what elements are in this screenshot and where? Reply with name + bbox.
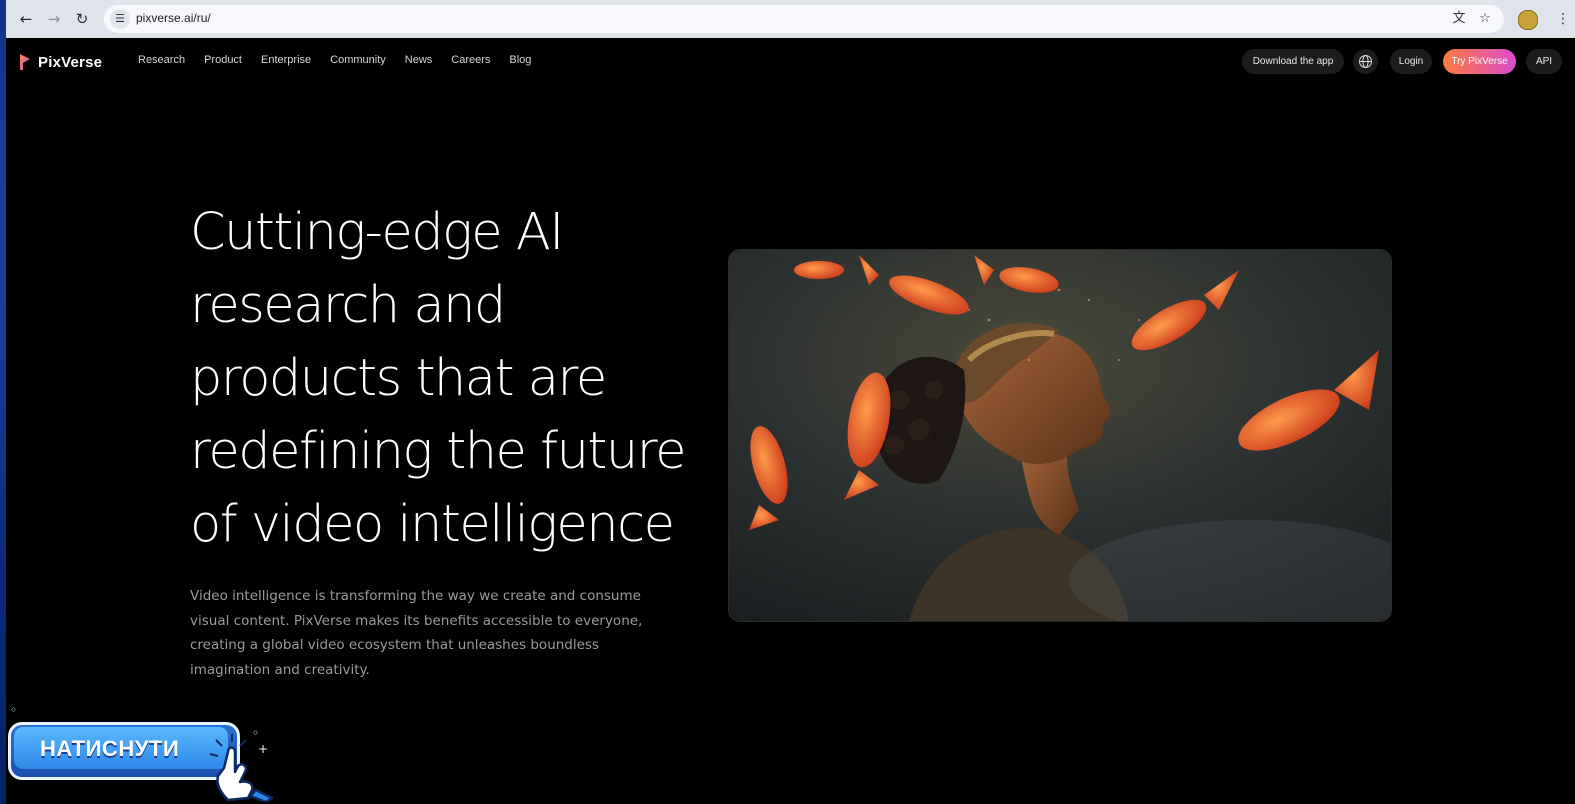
hero-subtitle-line: creating a global video ecosystem that u…	[190, 637, 599, 653]
nav-enterprise[interactable]: Enterprise	[261, 54, 311, 66]
nav-news[interactable]: News	[405, 54, 433, 66]
hero-title-line: Cutting-edge AI	[190, 203, 564, 262]
url-text[interactable]: pixverse.ai/ru/	[136, 11, 211, 25]
hero-title-line: research and	[190, 276, 506, 335]
hero-title-line: redefining the future	[190, 422, 686, 481]
profile-avatar[interactable]	[1518, 10, 1538, 30]
nav-blog[interactable]: Blog	[509, 54, 531, 66]
kebab-menu-icon[interactable]: ⋮	[1556, 9, 1570, 29]
language-button[interactable]	[1353, 49, 1378, 74]
forward-arrow-icon[interactable]: →	[44, 9, 64, 29]
overlay-button-label: НАТИСНУТИ	[40, 736, 180, 761]
star-icon[interactable]: ☆	[1476, 10, 1494, 28]
hero-title-line: of video intelligence	[190, 495, 675, 554]
pixverse-logo-icon	[20, 54, 30, 70]
main-nav: Research Product Enterprise Community Ne…	[138, 54, 550, 66]
back-arrow-icon[interactable]: ←	[16, 9, 36, 29]
hero-subtitle-line: Video intelligence is transforming the w…	[190, 588, 641, 604]
nav-product[interactable]: Product	[204, 54, 242, 66]
woman-with-goldfish-image	[729, 250, 1391, 621]
site-header: PixVerse Research Product Enterprise Com…	[6, 38, 1575, 86]
hero-image	[728, 249, 1392, 622]
hero-subtitle-line: imagination and creativity.	[190, 661, 370, 678]
api-button[interactable]: API	[1526, 49, 1562, 74]
site-info-icon[interactable]: ☰	[110, 9, 130, 29]
hero-subtitle-line: visual content. PixVerse makes its benef…	[190, 612, 643, 629]
sparkle-icon: ◦	[10, 703, 18, 717]
try-pixverse-button[interactable]: Try PixVerse	[1443, 49, 1516, 74]
translate-icon[interactable]: 文	[1450, 10, 1468, 28]
login-button[interactable]: Login	[1390, 49, 1432, 74]
address-bar[interactable]: ☰ pixverse.ai/ru/ 文 ☆	[104, 5, 1504, 33]
browser-toolbar: ← → ↻ ☰ pixverse.ai/ru/ 文 ☆ ⋮	[6, 0, 1575, 38]
nav-careers[interactable]: Careers	[451, 54, 490, 66]
globe-icon	[1359, 55, 1372, 68]
site-logo[interactable]: PixVerse	[20, 52, 102, 72]
pointing-hand-icon	[209, 734, 274, 802]
nav-research[interactable]: Research	[138, 54, 185, 66]
logo-text: PixVerse	[38, 53, 103, 71]
page-viewport: PixVerse Research Product Enterprise Com…	[6, 38, 1575, 804]
hero-title-line: products that are	[190, 349, 607, 408]
download-app-button[interactable]: Download the app	[1242, 49, 1344, 74]
hero-title: Cutting-edge AI research and products th…	[190, 196, 710, 561]
nav-community[interactable]: Community	[330, 54, 386, 66]
hero-subtitle: Video intelligence is transforming the w…	[190, 584, 660, 682]
reload-icon[interactable]: ↻	[72, 9, 92, 29]
